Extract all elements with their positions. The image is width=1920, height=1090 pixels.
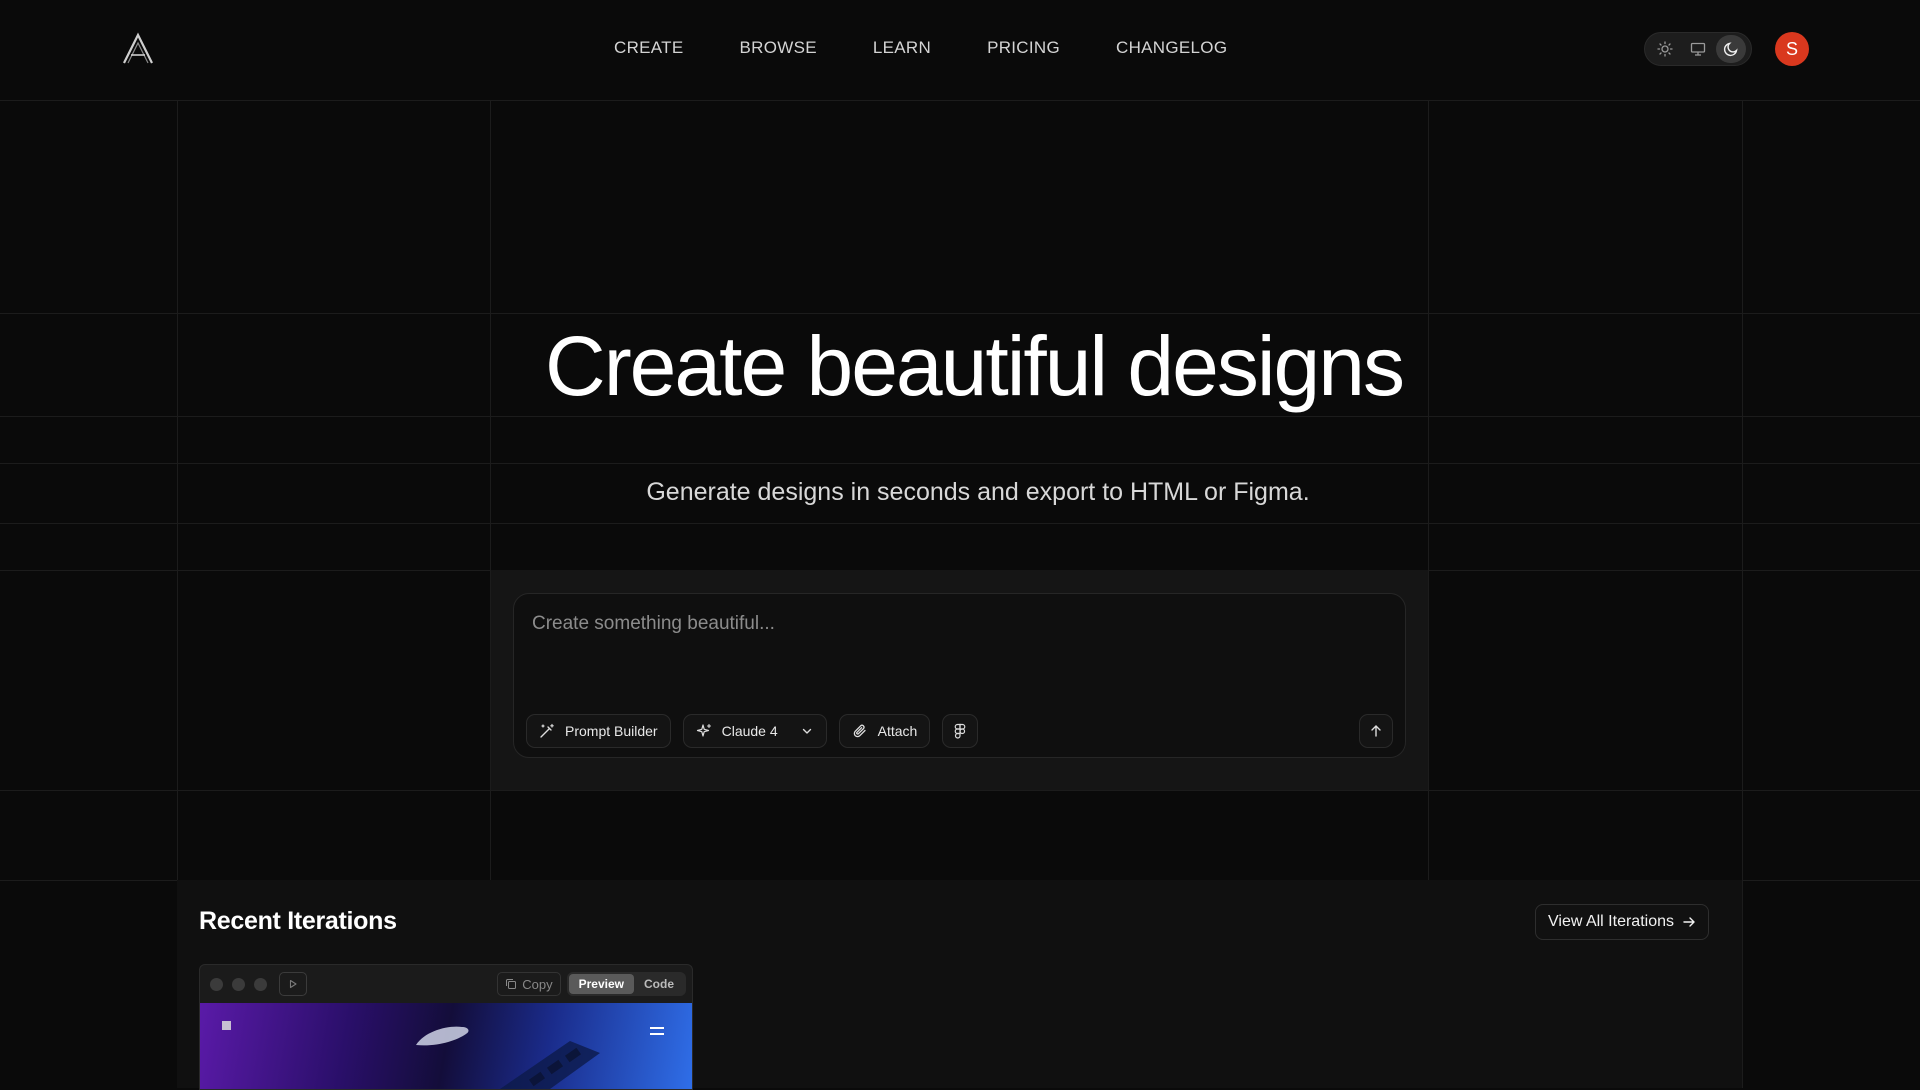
nav-item-changelog[interactable]: CHANGELOG	[1116, 38, 1227, 58]
send-button[interactable]	[1359, 714, 1393, 748]
grid-line	[0, 463, 1920, 464]
window-dot	[210, 977, 223, 991]
magic-wand-icon	[540, 723, 554, 738]
prompt-builder-label: Prompt Builder	[565, 723, 658, 739]
view-all-label: View All Iterations	[1548, 913, 1674, 930]
prompt-input[interactable]	[530, 612, 1384, 636]
nav-item-learn[interactable]: LEARN	[873, 38, 931, 58]
model-label: Claude 4	[721, 723, 778, 739]
view-mode-toggle: Preview Code	[566, 972, 686, 996]
attach-label: Attach	[877, 723, 918, 739]
grid-line	[0, 313, 1920, 314]
iteration-card[interactable]: Copy Preview Code	[199, 964, 693, 1090]
hero-subtitle: Generate designs in seconds and export t…	[646, 478, 1310, 506]
play-icon	[289, 979, 297, 989]
theme-system-button[interactable]	[1683, 35, 1713, 63]
copy-label: Copy	[522, 976, 553, 992]
window-dot	[232, 977, 245, 991]
preview-artwork	[222, 1021, 664, 1089]
arrow-up-icon	[1371, 725, 1381, 737]
figma-icon	[955, 723, 966, 739]
prompt-toolbar: Prompt Builder Claude 4 Attach	[526, 714, 979, 748]
app-logo[interactable]	[120, 32, 156, 66]
grid-line	[0, 523, 1920, 524]
prompt-box: Prompt Builder Claude 4 Attach	[513, 593, 1406, 758]
card-actions: Copy Preview Code	[497, 972, 686, 996]
figma-button[interactable]	[942, 714, 979, 748]
sparkles-icon	[696, 723, 711, 737]
model-select[interactable]: Claude 4	[682, 714, 827, 748]
card-toolbar: Copy Preview Code	[200, 965, 692, 1003]
chevron-down-icon	[802, 728, 811, 734]
nav-item-pricing[interactable]: PRICING	[987, 38, 1060, 58]
attach-button[interactable]: Attach	[838, 714, 931, 748]
moon-icon	[1723, 42, 1738, 57]
iteration-preview-image	[200, 1003, 692, 1089]
paperclip-icon	[853, 724, 866, 738]
user-avatar[interactable]: S	[1775, 32, 1809, 66]
theme-toggle	[1644, 32, 1752, 66]
monitor-icon	[1690, 42, 1706, 56]
sun-icon	[1657, 41, 1673, 57]
tab-code[interactable]: Code	[634, 974, 684, 994]
window-dot	[254, 977, 267, 991]
grid-line	[0, 416, 1920, 417]
copy-icon	[506, 979, 517, 989]
play-button[interactable]	[279, 972, 307, 996]
logo-a-icon	[123, 32, 153, 64]
theme-dark-button[interactable]	[1715, 35, 1746, 63]
copy-button[interactable]: Copy	[497, 972, 561, 996]
hero-title: Create beautiful designs	[545, 319, 1405, 413]
prompt-builder-button[interactable]: Prompt Builder	[526, 714, 671, 748]
arrow-right-icon	[1683, 917, 1695, 927]
view-all-iterations-button[interactable]: View All Iterations	[1535, 904, 1709, 940]
grid-line	[1742, 100, 1743, 1088]
grid-line	[0, 790, 1920, 791]
recent-iterations-title: Recent Iterations	[199, 907, 397, 935]
tab-preview[interactable]: Preview	[568, 974, 634, 994]
nav-item-create[interactable]: CREATE	[614, 38, 684, 58]
theme-light-button[interactable]	[1650, 35, 1680, 63]
grid-line	[0, 100, 1920, 101]
nav-item-browse[interactable]: BROWSE	[740, 38, 817, 58]
main-nav: CREATE BROWSE LEARN PRICING CHANGELOG	[614, 38, 1283, 58]
